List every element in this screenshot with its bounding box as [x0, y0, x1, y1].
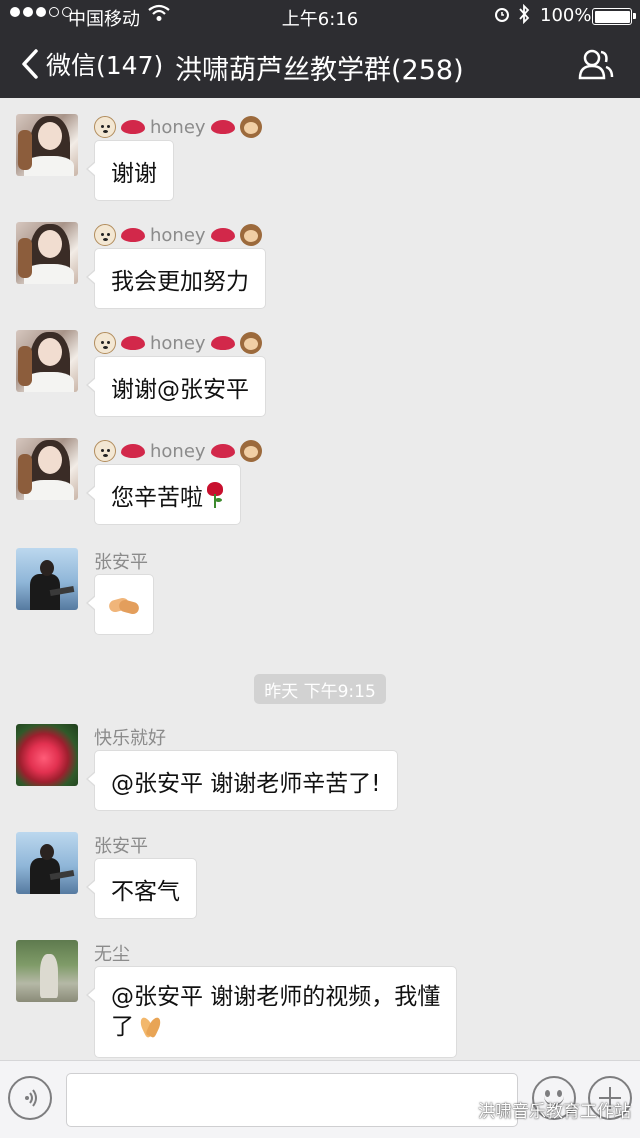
avatar-zhang[interactable] [16, 548, 78, 610]
back-label: 微信(147) [46, 51, 164, 80]
message-text: @张安平 谢谢老师的视频，我懂 [111, 984, 441, 1010]
rose-icon [206, 481, 224, 508]
pray-icon [138, 1015, 164, 1039]
message-bubble[interactable]: 不客气 [86, 858, 197, 919]
lips-emoji-icon [121, 120, 145, 134]
message-bubble[interactable]: @张安平 谢谢老师辛苦了! [86, 750, 398, 811]
avatar-honey[interactable] [16, 330, 78, 392]
top-bar: 中国移动 上午6:16 100% 微信(147) 洪啸葫芦丝教学群(258) [0, 0, 640, 98]
message-text: 了 [111, 1014, 134, 1040]
sender-name: honey [94, 438, 262, 464]
chat-area[interactable]: honey 谢谢 honey 我会更加努力 honey 谢谢@张安平 honey… [0, 98, 640, 1060]
timestamp-divider: 昨天 下午9:15 [254, 674, 386, 704]
monkey-emoji-icon [239, 440, 262, 462]
bluetooth-icon [519, 4, 530, 24]
monkey-emoji-icon [239, 332, 262, 354]
dog-emoji-icon [94, 116, 116, 138]
status-bar: 中国移动 上午6:16 100% [0, 0, 640, 32]
voice-input-button[interactable] [8, 1076, 52, 1120]
message-bubble[interactable]: @张安平 谢谢老师的视频，我懂 了 [85, 966, 458, 1058]
dog-emoji-icon [94, 440, 116, 462]
monkey-emoji-icon [239, 116, 262, 138]
back-button[interactable]: 微信(147) [20, 46, 163, 82]
message-bubble[interactable]: 谢谢 [86, 140, 174, 201]
avatar-honey[interactable] [16, 222, 78, 284]
message-text: 不客气 [111, 878, 180, 905]
lips-emoji-icon [210, 444, 235, 458]
avatar-wuchen[interactable] [16, 940, 78, 1002]
handshake-icon [107, 595, 141, 615]
avatar-zhang[interactable] [16, 832, 78, 894]
sender-name: 张安平 [94, 552, 148, 573]
message-bubble[interactable]: 您辛苦啦 [86, 464, 241, 525]
lips-emoji-icon [210, 336, 235, 350]
sender-name: 无尘 [94, 944, 130, 965]
lips-emoji-icon [121, 444, 145, 458]
message-text: 我会更加努力 [111, 268, 249, 295]
alarm-icon [495, 8, 509, 22]
sender-name: 张安平 [94, 836, 148, 857]
chat-title: 洪啸葫芦丝教学群(258) [175, 55, 464, 86]
lips-emoji-icon [121, 228, 145, 242]
message-bubble[interactable] [86, 574, 154, 635]
message-bubble[interactable]: 我会更加努力 [86, 248, 266, 309]
avatar-honey[interactable] [16, 438, 78, 500]
watermark-text: 洪啸音乐教育工作站 [478, 1101, 631, 1122]
group-members-icon[interactable] [578, 48, 614, 80]
message-text: @张安平 谢谢老师辛苦了! [111, 770, 381, 797]
lips-emoji-icon [210, 120, 235, 134]
avatar-kuaile[interactable] [16, 724, 78, 786]
message-text: 谢谢 [111, 160, 157, 187]
message-text: 谢谢@张安平 [111, 376, 249, 403]
dog-emoji-icon [94, 332, 116, 354]
lips-emoji-icon [210, 228, 235, 242]
message-bubble[interactable]: 谢谢@张安平 [86, 356, 266, 417]
message-text: 您辛苦啦 [111, 484, 203, 511]
sender-name: honey [94, 330, 262, 356]
lips-emoji-icon [121, 336, 145, 350]
watermark: 洪啸音乐教育工作站 [448, 1096, 631, 1122]
battery-icon [592, 8, 636, 25]
avatar-honey[interactable] [16, 114, 78, 176]
dog-emoji-icon [94, 224, 116, 246]
sender-name: honey [94, 222, 262, 248]
sender-name: 快乐就好 [94, 728, 166, 749]
sender-name: honey [94, 114, 262, 140]
voice-icon [25, 1089, 37, 1107]
navigation-bar: 微信(147) 洪啸葫芦丝教学群(258) [0, 32, 640, 98]
wechat-logo-icon [448, 1099, 472, 1118]
battery-percent: 100% [540, 5, 592, 26]
monkey-emoji-icon [239, 224, 262, 246]
chevron-left-icon [22, 49, 38, 79]
